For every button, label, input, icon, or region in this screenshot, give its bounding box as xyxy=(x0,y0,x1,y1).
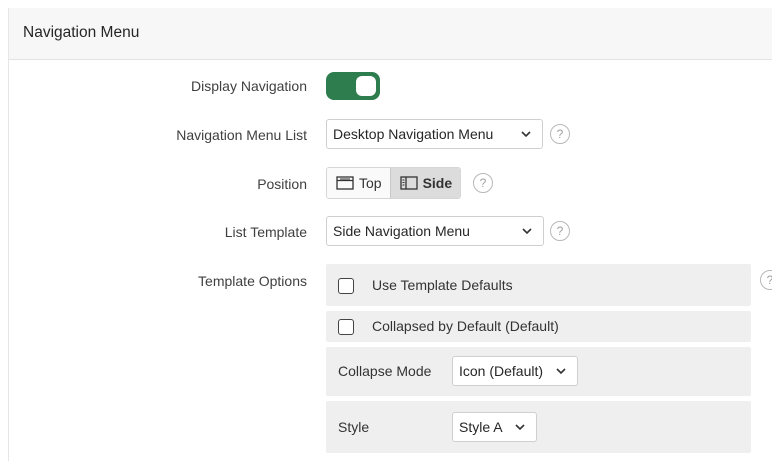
collapse-mode-label: Collapse Mode xyxy=(338,363,432,379)
chevron-down-icon xyxy=(522,228,532,235)
position-label: Position xyxy=(257,176,307,192)
navigation-menu-list-select[interactable]: Desktop Navigation Menu xyxy=(326,119,543,149)
position-segmented-control: Top Side xyxy=(326,167,462,199)
list-template-select[interactable]: Side Navigation Menu xyxy=(326,216,544,246)
use-template-defaults-label: Use Template Defaults xyxy=(372,277,513,293)
collapse-mode-select[interactable]: Icon (Default) xyxy=(452,356,578,386)
navigation-menu-list-value: Desktop Navigation Menu xyxy=(333,126,494,142)
side-layout-icon xyxy=(399,176,418,190)
panel-header: Navigation Menu xyxy=(9,8,772,60)
list-template-label: List Template xyxy=(224,224,307,240)
display-navigation-label: Display Navigation xyxy=(191,78,307,94)
chevron-down-icon xyxy=(556,368,566,375)
help-icon[interactable]: ? xyxy=(473,173,493,193)
template-options-label: Template Options xyxy=(198,273,307,289)
top-layout-icon xyxy=(336,176,354,190)
style-select[interactable]: Style A xyxy=(452,412,537,442)
help-icon[interactable]: ? xyxy=(550,124,570,144)
collapsed-by-default-checkbox[interactable] xyxy=(338,319,354,335)
position-option-side-label: Side xyxy=(422,175,453,191)
use-template-defaults-checkbox[interactable] xyxy=(338,278,354,294)
style-value: Style A xyxy=(459,419,503,435)
collapsed-by-default-label: Collapsed by Default (Default) xyxy=(372,318,559,334)
collapse-mode-value: Icon (Default) xyxy=(459,363,544,379)
chevron-down-icon xyxy=(521,131,531,138)
help-icon[interactable]: ? xyxy=(550,221,570,241)
chevron-down-icon xyxy=(515,424,525,431)
navigation-menu-list-label: Navigation Menu List xyxy=(176,127,307,143)
collapsed-by-default-row: Collapsed by Default (Default) xyxy=(326,311,751,342)
style-label: Style xyxy=(338,419,370,435)
use-template-defaults-row: Use Template Defaults xyxy=(326,264,751,306)
position-option-top-label: Top xyxy=(359,175,382,191)
collapse-mode-row: Collapse Mode Icon (Default) xyxy=(326,347,751,396)
toggle-knob xyxy=(356,76,376,96)
position-option-top[interactable]: Top xyxy=(327,168,390,198)
list-template-value: Side Navigation Menu xyxy=(333,223,470,239)
position-option-side[interactable]: Side xyxy=(389,168,461,198)
panel-title: Navigation Menu xyxy=(23,24,140,41)
style-row: Style Style A xyxy=(326,401,751,453)
display-navigation-toggle[interactable] xyxy=(326,72,380,100)
